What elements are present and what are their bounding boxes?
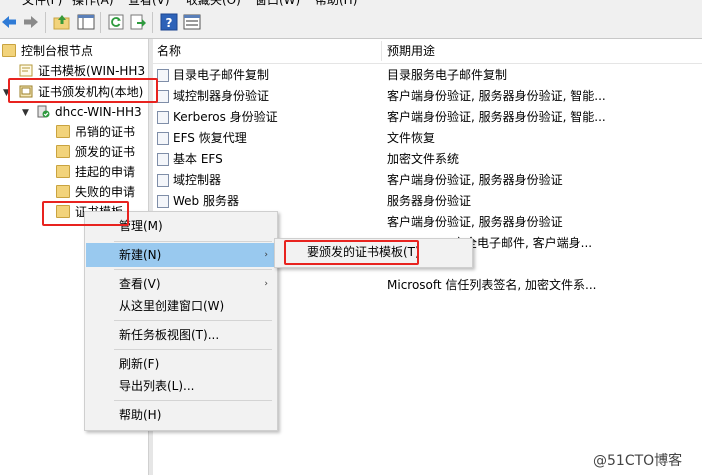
row-purpose: 安全电子邮件, 客户端身... (453, 236, 593, 250)
menu-item-label: 导出列表(L)... (119, 379, 195, 393)
forward-arrow-icon[interactable] (22, 13, 40, 31)
menu-item-label: 新建(N) (119, 248, 162, 262)
row-purpose: 客户端身份验证, 服务器身份验证 (387, 215, 563, 229)
menu-item-label: 新任务板视图(T)... (119, 328, 220, 342)
table-row[interactable]: Kerberos 身份验证 客户端身份验证, 服务器身份验证, 智能... (153, 107, 702, 128)
tree-node-issued-certificates[interactable]: 颁发的证书 (56, 142, 148, 162)
watermark: @51CTO博客 (593, 453, 683, 469)
tree-node-label: 失败的申请 (75, 185, 136, 199)
export-list-icon[interactable] (129, 13, 147, 31)
annotation-highlight-submenu (284, 240, 419, 265)
row-name: 目录电子邮件复制 (173, 68, 270, 82)
row-name: Kerberos 身份验证 (173, 110, 278, 124)
folder-icon (56, 185, 70, 198)
column-separator[interactable] (381, 41, 382, 61)
certificate-template-icon (157, 153, 169, 166)
back-arrow-icon[interactable] (0, 13, 18, 31)
folder-icon (2, 44, 16, 57)
tree-node-console-root[interactable]: 控制台根节点 (2, 41, 148, 61)
menu-item-new-taskpad[interactable]: 新任务板视图(T)... (86, 323, 276, 347)
help-icon[interactable]: ? (160, 13, 178, 31)
chevron-right-icon: › (264, 250, 268, 260)
row-name: EFS 恢复代理 (173, 131, 247, 145)
menu-separator (114, 400, 272, 401)
row-purpose: 文件恢复 (387, 131, 436, 145)
tree-node-label: 颁发的证书 (75, 145, 136, 159)
menu-separator (114, 320, 272, 321)
chevron-down-icon[interactable]: ▼ (22, 108, 29, 118)
menu-item-refresh[interactable]: 刷新(F) (86, 352, 276, 376)
certificate-template-icon (157, 90, 169, 103)
menu-item-new[interactable]: 新建(N) › (86, 243, 276, 267)
tree-node-pending-requests[interactable]: 挂起的申请 (56, 162, 148, 182)
annotation-highlight-templates (42, 201, 129, 226)
menu-item-label: 刷新(F) (119, 357, 160, 371)
properties-icon[interactable] (183, 13, 201, 31)
row-purpose: Microsoft 信任列表签名, 加密文件系... (387, 278, 597, 292)
table-row[interactable]: EFS 恢复代理 文件恢复 (153, 128, 702, 149)
row-name: 基本 EFS (173, 152, 223, 166)
row-purpose: 服务器身份验证 (387, 194, 472, 208)
up-folder-icon[interactable] (53, 13, 71, 31)
refresh-icon[interactable] (107, 13, 125, 31)
menu-separator (114, 349, 272, 350)
menu-item-label: 查看(V) (119, 277, 161, 291)
tree-node-revoked-certificates[interactable]: 吊销的证书 (56, 122, 148, 142)
menu-separator (114, 241, 272, 242)
table-row[interactable]: 域控制器 客户端身份验证, 服务器身份验证 (153, 170, 702, 191)
table-row[interactable]: Web 服务器 服务器身份验证 (153, 191, 702, 212)
certificate-template-icon (157, 111, 169, 124)
annotation-highlight-ca (8, 78, 158, 103)
table-row[interactable]: 目录电子邮件复制 目录服务电子邮件复制 (153, 65, 702, 86)
context-menu: 管理(M) 新建(N) › 查看(V) › 从这里创建窗口(W) 新任务板视图(… (84, 211, 278, 431)
tree-node-ca-server[interactable]: dhcc-WIN-HH3 (36, 102, 148, 122)
list-header: 名称 预期用途 (153, 39, 702, 64)
certificate-template-icon (157, 132, 169, 145)
row-name: 域控制器 (173, 173, 222, 187)
menu-item-export-list[interactable]: 导出列表(L)... (86, 374, 276, 398)
row-name: 域控制器身份验证 (173, 89, 270, 103)
toolbar-separator (152, 12, 153, 33)
tree-node-failed-requests[interactable]: 失败的申请 (56, 182, 148, 202)
row-purpose: 客户端身份验证, 服务器身份验证, 智能... (387, 89, 606, 103)
certificate-template-icon (157, 195, 169, 208)
menu-item-label: 从这里创建窗口(W) (119, 299, 225, 313)
row-purpose: 客户端身份验证, 服务器身份验证, 智能... (387, 110, 606, 124)
certificate-template-icon (157, 174, 169, 187)
server-check-icon (37, 105, 50, 118)
menu-item-label: 帮助(H) (119, 408, 162, 422)
column-header-purpose[interactable]: 预期用途 (383, 39, 435, 63)
certificate-template-icon (19, 64, 33, 77)
menu-item-new-window[interactable]: 从这里创建窗口(W) (86, 294, 276, 318)
folder-icon (56, 145, 70, 158)
row-purpose: 客户端身份验证, 服务器身份验证 (387, 173, 563, 187)
tree-node-label: 吊销的证书 (75, 125, 136, 139)
column-header-name[interactable]: 名称 (153, 39, 181, 63)
show-tree-icon[interactable] (77, 13, 95, 31)
row-name: Web 服务器 (173, 194, 239, 208)
tree-node-label: dhcc-WIN-HH3 (55, 105, 142, 119)
menu-separator (114, 269, 272, 270)
menu-item-help[interactable]: 帮助(H) (86, 403, 276, 427)
table-row[interactable]: 基本 EFS 加密文件系统 (153, 149, 702, 170)
certificate-template-icon (157, 69, 169, 82)
svg-text:?: ? (166, 16, 173, 30)
row-purpose: 目录服务电子邮件复制 (387, 68, 508, 82)
toolbar-separator (100, 12, 101, 33)
folder-icon (56, 165, 70, 178)
menu-bar: 文件(F) 操作(A) 查看(V) 收藏夹(O) 窗口(W) 帮助(H) (0, 0, 702, 7)
toolbar-separator (45, 12, 46, 33)
tree-node-label: 挂起的申请 (75, 165, 136, 179)
tree-node-label: 控制台根节点 (21, 44, 94, 58)
toolbar: ? (0, 7, 702, 39)
table-row[interactable]: 域控制器身份验证 客户端身份验证, 服务器身份验证, 智能... (153, 86, 702, 107)
chevron-right-icon: › (264, 279, 268, 289)
folder-icon (56, 125, 70, 138)
menu-item-view[interactable]: 查看(V) › (86, 272, 276, 296)
row-purpose: 加密文件系统 (387, 152, 460, 166)
